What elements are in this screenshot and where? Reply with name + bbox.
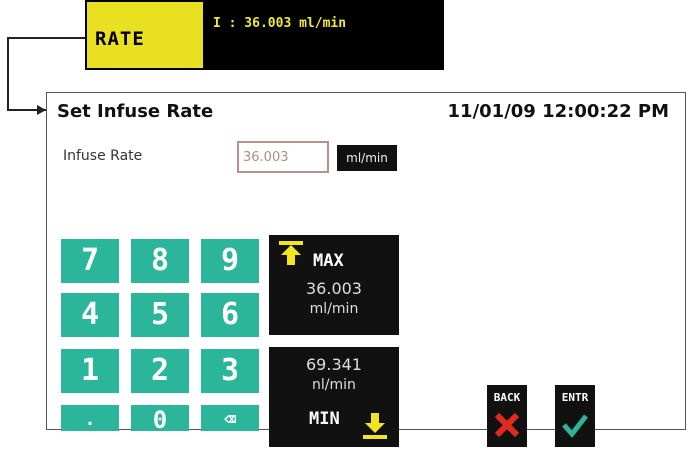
key-8[interactable]: 8: [131, 239, 189, 283]
key-4[interactable]: 4: [61, 293, 119, 337]
infuse-rate-label: Infuse Rate: [63, 148, 143, 164]
unit-button[interactable]: ml/min: [337, 145, 397, 171]
set-infuse-rate-screen: Set Infuse Rate 11/01/09 12:00:22 PM Inf…: [46, 92, 686, 447]
enter-label: ENTR: [561, 391, 589, 404]
cancel-x-icon: [494, 412, 520, 438]
key-5[interactable]: 5: [131, 293, 189, 337]
max-button[interactable]: MAX 36.003 ml/min: [269, 235, 399, 335]
arrow-down-icon: [363, 413, 387, 439]
back-button[interactable]: BACK: [487, 385, 527, 447]
enter-button[interactable]: ENTR: [555, 385, 595, 447]
back-label: BACK: [493, 391, 521, 404]
max-value: 36.003: [306, 279, 362, 298]
max-unit: ml/min: [309, 301, 359, 317]
infuse-rate-input[interactable]: 36.003: [237, 141, 329, 173]
min-label: MIN: [309, 409, 340, 429]
key-7[interactable]: 7: [61, 239, 119, 283]
key-0[interactable]: 0: [131, 405, 189, 434]
key-1[interactable]: 1: [61, 349, 119, 393]
min-value: 69.341: [306, 355, 362, 374]
key-decimal[interactable]: .: [61, 405, 119, 431]
page-title: Set Infuse Rate: [57, 101, 214, 122]
key-9[interactable]: 9: [201, 239, 259, 283]
key-3[interactable]: 3: [201, 349, 259, 393]
arrow-up-icon: [279, 241, 303, 265]
min-unit: nl/min: [312, 377, 356, 393]
min-button[interactable]: 69.341 nl/min MIN: [269, 347, 399, 447]
checkmark-icon: [562, 414, 588, 438]
max-label: MAX: [313, 251, 344, 271]
key-2[interactable]: 2: [131, 349, 189, 393]
datetime-display: 11/01/09 12:00:22 PM: [447, 101, 669, 122]
backspace-key[interactable]: ⌫: [201, 405, 259, 431]
key-6[interactable]: 6: [201, 293, 259, 337]
